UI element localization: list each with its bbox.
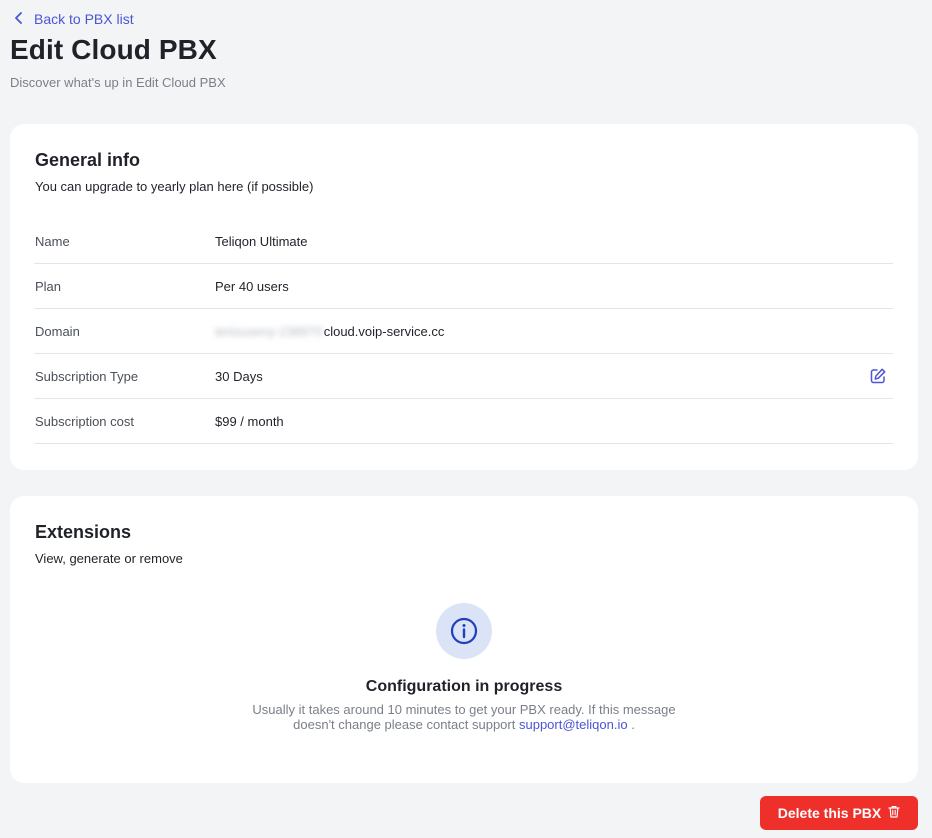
info-label: Name bbox=[35, 233, 70, 249]
trash-icon bbox=[888, 805, 900, 821]
info-label: Domain bbox=[35, 323, 80, 339]
extensions-description: View, generate or remove bbox=[35, 551, 183, 566]
info-icon bbox=[436, 603, 492, 659]
general-info-card: General info You can upgrade to yearly p… bbox=[10, 124, 918, 470]
back-link-label: Back to PBX list bbox=[34, 11, 134, 27]
info-value: Per 40 users bbox=[215, 278, 289, 294]
info-label: Plan bbox=[35, 278, 62, 294]
page: Back to PBX list Edit Cloud PBX Discover… bbox=[0, 0, 932, 838]
chevron-left-icon bbox=[14, 11, 24, 27]
info-value-domain: teriouseny-238970 cloud.voip-service.cc bbox=[215, 324, 444, 339]
status-end: . bbox=[631, 717, 635, 732]
domain-suffix: cloud.voip-service.cc bbox=[323, 323, 445, 339]
info-label: Subscription cost bbox=[35, 413, 134, 429]
status-line-2: doesn't change please contact support su… bbox=[10, 717, 918, 732]
info-value: Teliqon Ultimate bbox=[215, 233, 308, 249]
status-line-2-text: doesn't change please contact support bbox=[293, 717, 516, 732]
status-line-1: Usually it takes around 10 minutes to ge… bbox=[252, 702, 676, 717]
general-info-title: General info bbox=[35, 150, 141, 170]
extensions-card: Extensions View, generate or remove Conf… bbox=[10, 496, 918, 783]
delete-pbx-label: Delete this PBX bbox=[777, 805, 882, 821]
page-title: Edit Cloud PBX bbox=[10, 34, 217, 65]
info-row-domain: Domain teriouseny-238970 cloud.voip-serv… bbox=[34, 309, 893, 354]
info-row-plan: Plan Per 40 users bbox=[34, 264, 893, 309]
edit-icon[interactable] bbox=[869, 367, 887, 385]
extensions-title: Extensions bbox=[35, 522, 132, 542]
blurred-subdomain: teriouseny-238970 bbox=[215, 323, 323, 339]
status-message: Usually it takes around 10 minutes to ge… bbox=[10, 702, 918, 732]
info-row-subscription-type: Subscription Type 30 Days bbox=[34, 354, 893, 399]
general-info-table: Name Teliqon Ultimate Plan Per 40 users … bbox=[34, 219, 893, 444]
info-value: $99 / month bbox=[215, 413, 284, 429]
delete-pbx-button[interactable]: Delete this PBX bbox=[760, 796, 918, 830]
status-title: Configuration in progress bbox=[365, 678, 563, 695]
info-value: 30 Days bbox=[215, 368, 263, 384]
support-email-link[interactable]: support@teliqon.io bbox=[519, 717, 628, 732]
back-to-pbx-list-link[interactable]: Back to PBX list bbox=[14, 10, 134, 28]
info-row-subscription-cost: Subscription cost $99 / month bbox=[34, 399, 893, 444]
general-info-description: You can upgrade to yearly plan here (if … bbox=[35, 179, 314, 194]
info-label: Subscription Type bbox=[35, 368, 139, 384]
page-subtitle: Discover what's up in Edit Cloud PBX bbox=[10, 75, 226, 90]
info-row-name: Name Teliqon Ultimate bbox=[34, 219, 893, 264]
